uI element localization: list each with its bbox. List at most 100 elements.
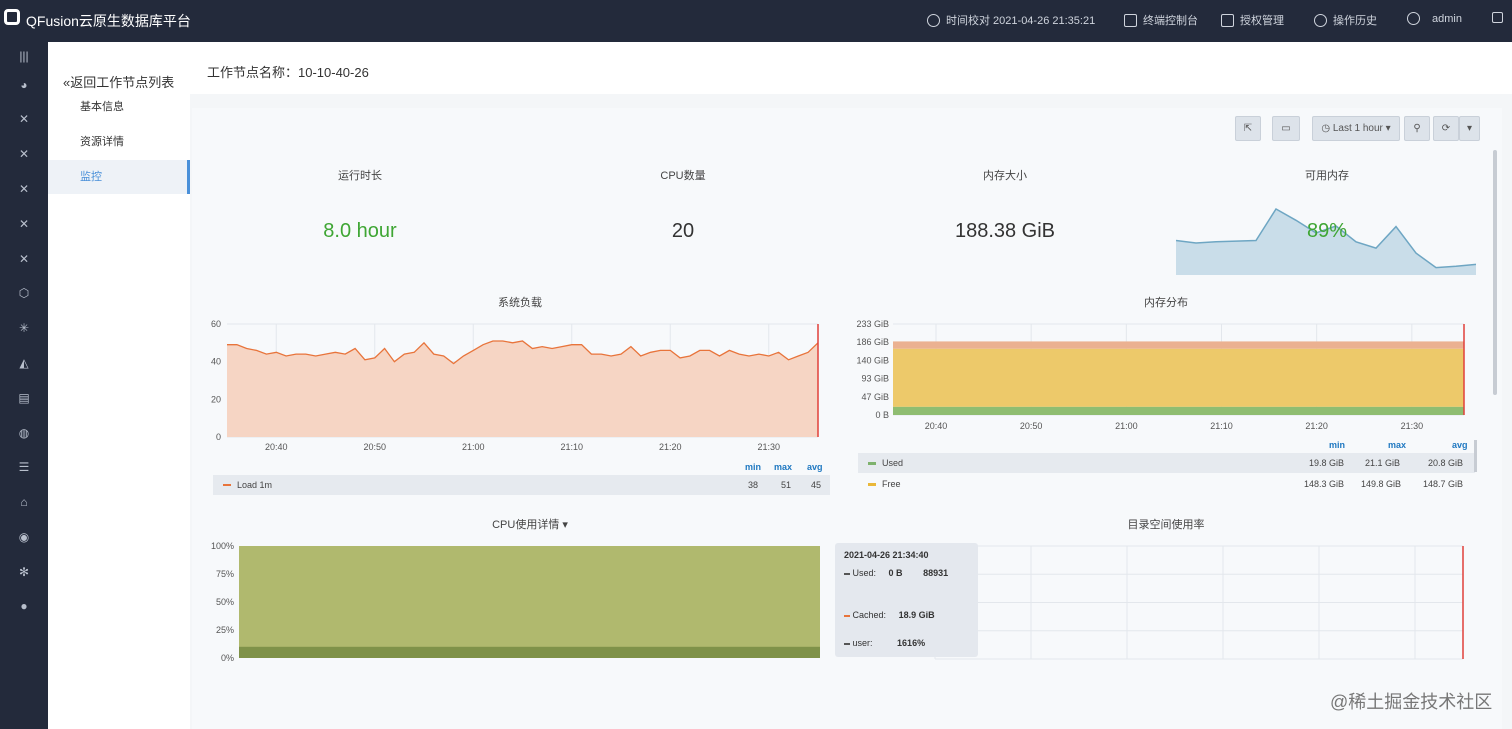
mem-legend-used-row[interactable]: Used 19.8 GiB 21.1 GiB 20.8 GiB — [858, 453, 1475, 473]
settings-icon[interactable]: ✻ — [17, 565, 31, 579]
icon-sidebar: ||| ◕ ✕ ✕ ✕ ✕ ✕ ⬡ ✳ ◭ ▤ ◍ ☰ ⌂ ◉ ✻ ● — [0, 42, 48, 729]
watermark: @稀土掘金技术社区 — [1330, 692, 1493, 712]
tooltip-row: Cached: 18.9 GiB — [844, 610, 935, 620]
legend-series-name: Used — [882, 458, 904, 468]
tooltip-label: user: — [852, 638, 873, 648]
tooltip-row: Used: 0 B 88931 — [844, 568, 948, 578]
node-subnav: «返回工作节点列表 基本信息 资源详情 监控 — [48, 42, 190, 729]
tv-mode-button[interactable]: ▭ — [1272, 116, 1300, 141]
chevron-down-icon: ▾ — [1466, 123, 1473, 134]
refresh-interval-dropdown[interactable]: ▾ — [1459, 116, 1480, 141]
terminal-label: 终端控制台 — [1143, 15, 1198, 27]
chart-tooltip: 2021-04-26 21:34:40 Used: 0 B 88931 Cach… — [835, 543, 978, 657]
memory-chart: 0 B 47 GiB 93 GiB 140 GiB 186 GiB 233 GiB 20:4… — [856, 319, 1465, 431]
legend-swatch — [868, 462, 876, 465]
topology-icon[interactable]: ✕ — [17, 217, 31, 231]
load-legend-max-header: max — [774, 462, 793, 472]
legend-max: 149.8 GiB — [1361, 479, 1402, 489]
logout-button[interactable] — [1492, 12, 1503, 23]
app-title: QFusion云原生数据库平台 — [26, 13, 191, 29]
bell-icon[interactable]: ◭ — [17, 356, 31, 370]
x-tick-label: 20:50 — [1020, 421, 1043, 431]
clock-icon: ◷ — [1321, 123, 1333, 134]
panel-scrollbar[interactable] — [1493, 150, 1497, 395]
globe-icon[interactable]: ◍ — [17, 426, 31, 440]
nav-monitor[interactable]: 监控 — [48, 160, 190, 194]
shield-icon[interactable]: ⬡ — [17, 286, 31, 300]
x-tick-label: 21:20 — [1305, 421, 1328, 431]
tooltip-row: user: 1616% — [844, 638, 925, 648]
x-tick-label: 21:10 — [1210, 421, 1233, 431]
document-icon[interactable]: ▤ — [17, 391, 31, 405]
y-tick-label: 50% — [216, 597, 234, 607]
topology-icon[interactable]: ✕ — [17, 147, 31, 161]
tooltip-swatch — [844, 642, 850, 645]
legend-min: 148.3 GiB — [1304, 479, 1345, 489]
tooltip-value: 0 B — [888, 568, 903, 578]
list-icon[interactable]: ☰ — [17, 460, 31, 474]
nav-resource-detail[interactable]: 资源详情 — [48, 125, 190, 159]
legend-avg: 45 — [811, 480, 822, 490]
y-tick-label: 47 GiB — [861, 392, 889, 402]
x-tick-label: 21:00 — [1115, 421, 1138, 431]
tooltip-extra: 88931 — [923, 568, 949, 578]
mem-panel-title: 内存分布 — [1144, 297, 1188, 309]
disk-panel-title: 目录空间使用率 — [1127, 519, 1205, 531]
location-icon[interactable]: ● — [17, 599, 31, 613]
y-tick-label: 100% — [211, 541, 234, 551]
stat-memory-value: 188.38 GiB — [954, 220, 1056, 242]
y-tick-label: 75% — [216, 569, 234, 579]
mem-band-top — [893, 341, 1464, 349]
top-bar: QFusion云原生数据库平台 时间校对 2021-04-26 21:35:21… — [0, 0, 1512, 42]
history-link[interactable]: 操作历史 — [1314, 12, 1377, 28]
time-sync-item[interactable]: 时间校对 2021-04-26 21:35:21 — [927, 12, 1095, 28]
dashboard-icon[interactable]: ◕ — [17, 78, 31, 92]
topology-icon[interactable]: ✕ — [17, 252, 31, 266]
share-icon: ⇱ — [1243, 123, 1253, 134]
zoom-out-button[interactable]: ⚲ — [1404, 116, 1430, 141]
menu-icon[interactable]: ||| — [17, 49, 31, 63]
back-to-node-list-link[interactable]: «返回工作节点列表 — [63, 72, 174, 91]
x-tick-label: 21:30 — [757, 442, 780, 452]
car-icon[interactable]: ⌂ — [17, 495, 31, 509]
x-tick-label: 20:40 — [925, 421, 948, 431]
license-link[interactable]: 授权管理 — [1221, 12, 1284, 28]
tooltip-title: 2021-04-26 21:34:40 — [844, 550, 929, 560]
time-range-picker[interactable]: ◷ Last 1 hour ▾ — [1312, 116, 1400, 141]
topology-icon[interactable]: ✕ — [17, 112, 31, 126]
cluster-icon[interactable]: ✳ — [17, 321, 31, 335]
stat-available-value: 89% — [1306, 220, 1348, 242]
mem-band-used — [893, 406, 1464, 415]
mem-band-free — [893, 348, 1464, 407]
cpu-chart: 0% 25% 50% 75% 100% — [211, 541, 820, 663]
username: admin — [1432, 12, 1462, 25]
cpu-panel-title[interactable]: CPU使用详情 ▾ — [440, 516, 620, 532]
time-range-label: Last 1 hour — [1332, 123, 1383, 134]
stat-available-label: 可用内存 — [1305, 170, 1349, 182]
stat-uptime-label: 运行时长 — [338, 170, 382, 182]
y-tick-label: 20 — [211, 394, 221, 404]
refresh-button[interactable]: ⟳ — [1433, 116, 1459, 141]
y-tick-label: 60 — [211, 319, 221, 329]
load-legend-row[interactable]: Load 1m 38 51 45 — [213, 475, 830, 495]
terminal-console-link[interactable]: 终端控制台 — [1124, 12, 1198, 28]
user-menu[interactable]: admin — [1407, 12, 1462, 25]
y-tick-label: 0 B — [875, 410, 889, 420]
caret-down-icon: ▾ — [559, 519, 568, 531]
stat-cpu-value: 20 — [671, 220, 695, 242]
topology-icon[interactable]: ✕ — [17, 182, 31, 196]
legend-avg: 20.8 GiB — [1428, 458, 1464, 468]
legend-scrollbar[interactable] — [1474, 440, 1477, 472]
nav-basic-info[interactable]: 基本信息 — [48, 90, 190, 124]
search-icon: ⚲ — [1413, 123, 1421, 134]
caret-down-icon: ▾ — [1382, 123, 1391, 134]
share-button[interactable]: ⇱ — [1235, 116, 1261, 141]
legend-min: 19.8 GiB — [1309, 458, 1345, 468]
user-icon — [1407, 12, 1420, 25]
page-title: 工作节点名称：10-10-40-26 — [207, 65, 369, 80]
cpu-user-band — [239, 646, 820, 658]
x-tick-label: 21:00 — [462, 442, 485, 452]
legend-swatch — [223, 484, 231, 486]
antenna-icon[interactable]: ◉ — [17, 530, 31, 544]
mem-legend-free-row[interactable]: Free 148.3 GiB 149.8 GiB 148.7 GiB — [858, 474, 1475, 494]
